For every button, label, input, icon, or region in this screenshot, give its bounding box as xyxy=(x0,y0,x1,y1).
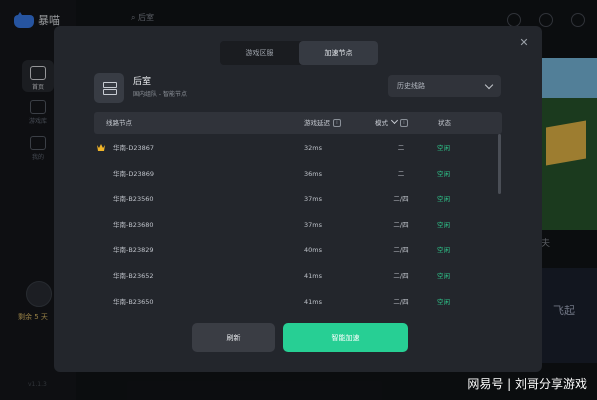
mode-value: 二/四 xyxy=(393,297,409,306)
tab-acceleration-nodes[interactable]: 加速节点 xyxy=(299,41,378,65)
table-row[interactable]: 华南-B23829 40ms 二/四 空闲 xyxy=(94,240,502,260)
table-header: 线路节点 游戏延迟 i 模式 i 状态 xyxy=(94,112,502,134)
mode-value: 二 xyxy=(397,144,405,152)
tab-game-server[interactable]: 游戏区服 xyxy=(220,41,299,65)
column-header-status: 状态 xyxy=(438,119,451,127)
table-row[interactable]: 华南-B23680 37ms 二/四 空闲 xyxy=(94,215,502,235)
table-row[interactable]: 华南-B23560 37ms 二/四 空闲 xyxy=(94,189,502,209)
latency-value: 41ms xyxy=(304,272,322,280)
crown-icon xyxy=(97,144,105,151)
column-header-node: 线路节点 xyxy=(106,119,132,127)
node-name: 华南-B23680 xyxy=(113,220,154,229)
status-value: 空闲 xyxy=(437,272,450,280)
mode-value: 二/四 xyxy=(393,220,409,229)
latency-value: 37ms xyxy=(304,220,322,229)
status-value: 空闲 xyxy=(437,246,450,255)
node-name: 华南-B23650 xyxy=(113,297,154,306)
refresh-button[interactable]: 刷新 xyxy=(192,323,275,352)
table-row[interactable]: 华南-D23867 32ms 二 空闲 xyxy=(94,138,502,158)
scrollbar[interactable] xyxy=(498,134,501,194)
history-route-select[interactable]: 历史线路 xyxy=(388,75,501,97)
game-title: 后室 xyxy=(133,77,152,87)
node-name: 华南-B23560 xyxy=(113,195,154,204)
mode-value: 二/四 xyxy=(393,272,409,280)
mode-value: 二/四 xyxy=(393,195,409,204)
mode-value: 二/四 xyxy=(393,246,409,255)
status-value: 空闲 xyxy=(437,195,450,204)
history-select-label: 历史线路 xyxy=(397,82,425,90)
table-row[interactable]: 华南-D23869 36ms 二 空闲 xyxy=(94,164,502,184)
latency-value: 37ms xyxy=(304,195,322,204)
watermark: 网易号 | 刘哥分享游戏 xyxy=(467,377,587,391)
node-name: 华南-B23652 xyxy=(113,272,154,280)
node-name: 华南-D23869 xyxy=(113,169,155,178)
column-header-latency: 游戏延迟 i xyxy=(304,112,341,134)
accelerator-dialog: ✕ 游戏区服 加速节点 后室 国内组队 - 智能节点 历史线路 线路节点 游戏延… xyxy=(54,26,542,372)
latency-value: 40ms xyxy=(304,246,322,255)
mode-value: 二 xyxy=(397,169,405,178)
latency-value: 32ms xyxy=(304,144,322,152)
status-value: 空闲 xyxy=(437,220,450,229)
chevron-down-icon xyxy=(484,80,494,90)
latency-value: 36ms xyxy=(304,169,322,178)
game-subtitle: 国内组队 - 智能节点 xyxy=(133,91,187,98)
node-name: 华南-B23829 xyxy=(113,246,154,255)
table-row[interactable]: 华南-B23652 41ms 二/四 空闲 xyxy=(94,266,502,286)
server-icon xyxy=(94,73,124,103)
close-button[interactable]: ✕ xyxy=(517,36,531,50)
status-value: 空闲 xyxy=(437,297,450,306)
tab-bar: 游戏区服 加速节点 xyxy=(220,41,378,65)
status-value: 空闲 xyxy=(437,169,450,178)
info-icon[interactable]: i xyxy=(333,119,341,127)
status-value: 空闲 xyxy=(437,144,450,152)
node-name: 华南-D23867 xyxy=(113,144,155,152)
chevron-down-icon xyxy=(390,116,399,125)
table-row[interactable]: 华南-B23650 41ms 二/四 空闲 xyxy=(94,292,502,312)
smart-accelerate-button[interactable]: 智能加速 xyxy=(283,323,408,352)
latency-value: 41ms xyxy=(304,297,322,306)
column-header-mode[interactable]: 模式 i xyxy=(375,112,408,134)
info-icon[interactable]: i xyxy=(400,119,408,127)
